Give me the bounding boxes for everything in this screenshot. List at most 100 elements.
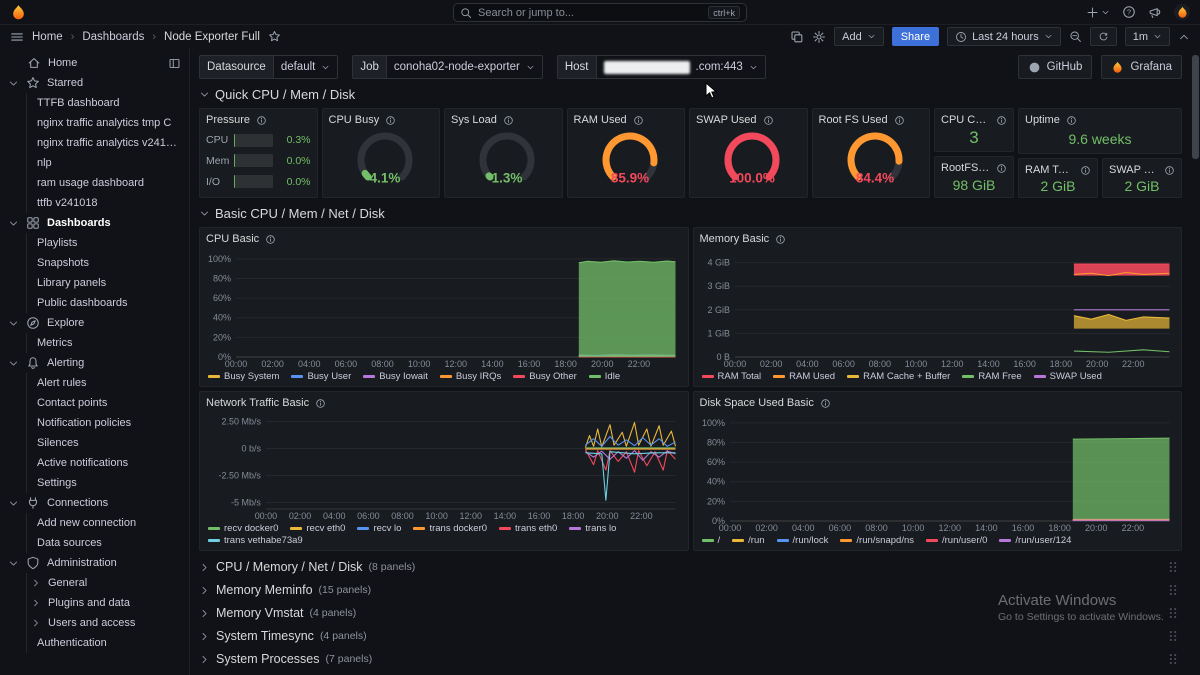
row-header-quick[interactable]: Quick CPU / Mem / Disk xyxy=(199,84,1182,104)
time-range-picker[interactable]: Last 24 hours xyxy=(947,27,1061,46)
legend-item-trans-lo[interactable]: trans lo xyxy=(569,523,616,534)
info-icon[interactable] xyxy=(775,234,786,245)
sidebar-item-connections[interactable]: Connections xyxy=(0,493,189,513)
info-icon[interactable] xyxy=(894,114,905,126)
sidebar-item-nginx-traffic-analytics-v241015[interactable]: nginx traffic analytics v241015 xyxy=(26,133,189,153)
zoom-out-icon[interactable] xyxy=(1069,30,1082,43)
drag-handle-icon[interactable] xyxy=(1166,560,1180,574)
datasource-select[interactable]: default xyxy=(273,55,339,79)
add-panel-button[interactable]: Add xyxy=(834,27,884,46)
sidebar-item-alert-rules[interactable]: Alert rules xyxy=(26,373,189,393)
sidebar-item-ram-usage-dashboard[interactable]: ram usage dashboard xyxy=(26,173,189,193)
info-icon[interactable] xyxy=(503,114,514,126)
share-button[interactable]: Share xyxy=(892,27,939,46)
legend-item-run-lock[interactable]: /run/lock xyxy=(777,535,829,546)
legend-item-busy-system[interactable]: Busy System xyxy=(208,371,279,382)
sidebar-item-home[interactable]: Home xyxy=(0,53,189,73)
dashboard-row-memory-vmstat[interactable]: Memory Vmstat(4 panels) xyxy=(199,602,1182,624)
row-header-basic[interactable]: Basic CPU / Mem / Net / Disk xyxy=(199,203,1182,223)
sidebar-item-authentication[interactable]: Authentication xyxy=(26,633,189,653)
dashboard-row-system-processes[interactable]: System Processes(7 panels) xyxy=(199,648,1182,670)
dashboard-row-cpu-memory-net-disk[interactable]: CPU / Memory / Net / Disk(8 panels) xyxy=(199,556,1182,578)
legend-item-ram-used[interactable]: RAM Used xyxy=(773,371,835,382)
legend-item-run-snapd-ns[interactable]: /run/snapd/ns xyxy=(840,535,914,546)
sidebar-item-explore[interactable]: Explore xyxy=(0,313,189,333)
info-icon[interactable] xyxy=(820,398,831,409)
sidebar-item-notification-policies[interactable]: Notification policies xyxy=(26,413,189,433)
sidebar-item-snapshots[interactable]: Snapshots xyxy=(26,253,189,273)
legend-item-busy-iowait[interactable]: Busy Iowait xyxy=(363,371,428,382)
refresh-interval-picker[interactable]: 1m xyxy=(1125,27,1170,46)
legend-item-busy-irqs[interactable]: Busy IRQs xyxy=(440,371,501,382)
help-button[interactable]: ? xyxy=(1122,5,1136,19)
breadcrumb-home[interactable]: Home xyxy=(32,31,63,43)
legend-item-ram-cache-buffer[interactable]: RAM Cache + Buffer xyxy=(847,371,950,382)
sidebar-item-settings[interactable]: Settings xyxy=(26,473,189,493)
legend-item-trans-eth0[interactable]: trans eth0 xyxy=(499,523,557,534)
sidebar-item-public-dashboards[interactable]: Public dashboards xyxy=(26,293,189,313)
drag-handle-icon[interactable] xyxy=(1166,606,1180,620)
sidebar-item-ttfb-dashboard[interactable]: TTFB dashboard xyxy=(26,93,189,113)
legend-item-trans-vethabe73a9[interactable]: trans vethabe73a9 xyxy=(208,535,303,546)
legend-item-ram-free[interactable]: RAM Free xyxy=(962,371,1021,382)
copy-icon[interactable] xyxy=(790,30,804,44)
host-variable[interactable]: Host .com:443 xyxy=(557,55,766,79)
sidebar-item-administration[interactable]: Administration xyxy=(0,553,189,573)
legend-item-run[interactable]: /run xyxy=(732,535,764,546)
mega-menu-toggle[interactable] xyxy=(10,30,24,44)
info-icon[interactable] xyxy=(996,115,1007,126)
sidebar-item-silences[interactable]: Silences xyxy=(26,433,189,453)
sidebar-item-users-and-access[interactable]: Users and access xyxy=(26,613,189,633)
info-icon[interactable] xyxy=(265,234,276,245)
legend-item-swap-used[interactable]: SWAP Used xyxy=(1034,371,1102,382)
info-icon[interactable] xyxy=(315,398,326,409)
info-icon[interactable] xyxy=(763,114,774,126)
sidebar-item-active-notifications[interactable]: Active notifications xyxy=(26,453,189,473)
sidebar-item-playlists[interactable]: Playlists xyxy=(26,233,189,253)
info-icon[interactable] xyxy=(996,163,1007,174)
new-menu-button[interactable] xyxy=(1086,6,1110,19)
info-icon[interactable] xyxy=(1066,115,1077,126)
sidebar-item-add-new-connection[interactable]: Add new connection xyxy=(26,513,189,533)
legend-item-run-user-124[interactable]: /run/user/124 xyxy=(999,535,1071,546)
job-variable[interactable]: Job conoha02-node-exporter xyxy=(352,55,543,79)
settings-gear-icon[interactable] xyxy=(812,30,826,44)
grafana-logo[interactable] xyxy=(10,4,27,21)
info-icon[interactable] xyxy=(633,114,644,126)
breadcrumb-dashboards[interactable]: Dashboards xyxy=(82,31,144,43)
job-select[interactable]: conoha02-node-exporter xyxy=(386,55,543,79)
sidebar-item-starred[interactable]: Starred xyxy=(0,73,189,93)
sidebar-item-metrics[interactable]: Metrics xyxy=(26,333,189,353)
legend-item-busy-other[interactable]: Busy Other xyxy=(513,371,577,382)
chart-cpu-basic[interactable]: 0%20%40%60%80%100%00:0002:0004:0006:0008… xyxy=(206,247,682,370)
search-input[interactable]: Search or jump to... ctrl+k xyxy=(453,3,747,22)
legend-item-idle[interactable]: Idle xyxy=(589,371,620,382)
collapse-toolbar-icon[interactable] xyxy=(1178,31,1190,43)
scrollbar-thumb[interactable] xyxy=(1192,55,1199,159)
legend-item-ram-total[interactable]: RAM Total xyxy=(702,371,762,382)
dashboard-row-memory-meminfo[interactable]: Memory Meminfo(15 panels) xyxy=(199,579,1182,601)
sidebar-item-ttfb-v241018[interactable]: ttfb v241018 xyxy=(26,193,189,213)
drag-handle-icon[interactable] xyxy=(1166,652,1180,666)
grafana-link-button[interactable]: Grafana xyxy=(1101,55,1182,79)
drag-handle-icon[interactable] xyxy=(1166,629,1180,643)
dashboard-row-system-timesync[interactable]: System Timesync(4 panels) xyxy=(199,625,1182,647)
info-icon[interactable] xyxy=(1164,165,1175,176)
legend-item-[interactable]: / xyxy=(702,535,721,546)
sidebar-item-nginx-traffic-analytics-tmp-c[interactable]: nginx traffic analytics tmp C xyxy=(26,113,189,133)
news-button[interactable] xyxy=(1148,5,1162,19)
legend-item-trans-docker0[interactable]: trans docker0 xyxy=(413,523,487,534)
chart-disk-space-used-basic[interactable]: 0%20%40%60%80%100%00:0002:0004:0006:0008… xyxy=(700,411,1176,534)
sidebar-item-nlp[interactable]: nlp xyxy=(26,153,189,173)
datasource-variable[interactable]: Datasource default xyxy=(199,55,338,79)
sidebar-item-library-panels[interactable]: Library panels xyxy=(26,273,189,293)
sidebar-item-plugins-and-data[interactable]: Plugins and data xyxy=(26,593,189,613)
legend-item-recv-docker0[interactable]: recv docker0 xyxy=(208,523,278,534)
sidebar-item-data-sources[interactable]: Data sources xyxy=(26,533,189,553)
legend-item-busy-user[interactable]: Busy User xyxy=(291,371,351,382)
favorite-star-icon[interactable] xyxy=(268,30,281,43)
info-icon[interactable] xyxy=(256,115,267,126)
user-avatar[interactable] xyxy=(1174,4,1190,20)
sidebar-item-contact-points[interactable]: Contact points xyxy=(26,393,189,413)
sidebar-item-alerting[interactable]: Alerting xyxy=(0,353,189,373)
